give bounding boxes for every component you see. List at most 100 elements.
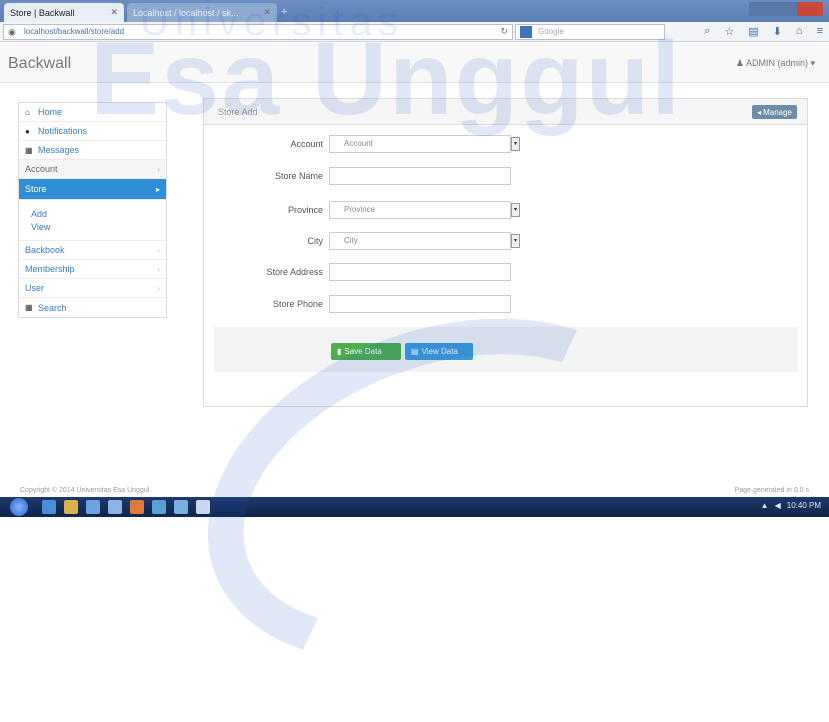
app-icon[interactable] [86, 500, 100, 514]
store-submenu: Add View [19, 200, 166, 241]
save-data-label: Save Data [344, 347, 382, 356]
manage-button-label: Manage [763, 107, 792, 117]
sidebar-item-label: Notifications [38, 126, 88, 136]
tab-label: Localhost / localhost / sk... [133, 7, 239, 18]
store-address-input[interactable] [329, 263, 511, 281]
manage-button[interactable]: ◂ Manage [752, 105, 797, 119]
sidebar-subitem-add[interactable]: Add [31, 208, 166, 221]
sidebar-item-notifications[interactable]: ● Notifications [19, 122, 166, 141]
sidebar-item-label: Search [38, 302, 67, 313]
tab-store-backwall[interactable]: Store | Backwall ✕ [4, 3, 124, 22]
volume-icon[interactable]: ◀ [775, 501, 781, 510]
home-icon[interactable]: ⌂ [796, 25, 803, 38]
sidebar-item-user[interactable]: User › [19, 279, 166, 298]
store-address-label: Store Address [266, 267, 323, 277]
ie-icon[interactable] [42, 500, 56, 514]
windows-start-icon[interactable] [10, 498, 28, 516]
sidebar-item-account[interactable]: Account › [19, 160, 166, 179]
sidebar-item-label: Backbook [25, 245, 65, 255]
dropdown-arrow-icon[interactable]: ▾ [511, 137, 520, 151]
bookmark-star-icon[interactable]: ☆ [724, 25, 734, 38]
view-data-label: View Data [421, 347, 458, 356]
close-tab-icon[interactable]: ✕ [263, 7, 271, 18]
sidebar-item-label: User [25, 283, 45, 293]
account-select-value: Account [344, 139, 373, 148]
store-add-panel: Store Add ◂ Manage Account Account ▾ Sto… [203, 98, 808, 407]
network-icon[interactable]: ▲ [761, 501, 769, 510]
caret-down-icon: ▾ [810, 58, 815, 68]
app-icon[interactable] [108, 500, 122, 514]
sidebar-item-store[interactable]: Store ▸ [19, 179, 166, 200]
store-name-label: Store Name [274, 171, 323, 181]
city-select-value: City [344, 236, 358, 245]
sidebar-subitem-view[interactable]: View [31, 221, 166, 234]
chevron-right-icon: › [157, 245, 160, 255]
form-row-store-phone: Store Phone [204, 295, 809, 313]
browser-navbar: ◉ localhost/backwall/store/add ↻ Google … [0, 22, 829, 42]
brand-title[interactable]: Backwall [8, 55, 71, 73]
browser-tabstrip: Store | Backwall ✕ Localhost / localhost… [0, 0, 829, 22]
chevron-right-icon: › [157, 164, 160, 174]
save-data-button[interactable]: ▮ Save Data [331, 343, 401, 360]
close-tab-icon[interactable]: ✕ [110, 7, 118, 18]
form-row-account: Account Account ▾ [204, 135, 809, 153]
clock[interactable]: 10:40 PM [787, 501, 821, 510]
form-row-store-address: Store Address [204, 263, 809, 281]
user-name: ADMIN (admin) [745, 58, 808, 68]
new-tab-button[interactable]: + [281, 6, 295, 18]
search-box[interactable]: Google [515, 24, 665, 40]
city-select[interactable]: City ▾ [329, 232, 520, 250]
messages-icon: ▦ [25, 145, 33, 155]
province-select[interactable]: Province ▾ [329, 201, 520, 219]
download-icon[interactable]: ⬇ [773, 25, 782, 38]
windows-taskbar: ▲ ◀ 10:40 PM [0, 497, 829, 517]
save-icon: ▮ [337, 347, 342, 356]
home-icon: ⌂ [25, 107, 30, 117]
address-bar[interactable]: ◉ localhost/backwall/store/add ↻ [3, 24, 513, 40]
store-phone-input[interactable] [329, 295, 511, 313]
sidebar-item-messages[interactable]: ▦ Messages [19, 141, 166, 160]
form-row-province: Province Province ▾ [204, 201, 809, 219]
view-data-button[interactable]: ▤ View Data [405, 343, 473, 360]
sidebar-item-label: Account [25, 164, 58, 174]
browser-toolbar: ⌕ ☆ ▤ ⬇ ⌂ ≡ [704, 25, 823, 38]
panel-title: Store Add [218, 107, 258, 117]
system-tray: ▲ ◀ 10:40 PM [761, 501, 821, 510]
sidebar-item-search[interactable]: ▦ Search [19, 298, 166, 317]
city-label: City [307, 236, 324, 246]
search-icon[interactable]: ⌕ [704, 25, 710, 38]
folder-icon[interactable] [64, 500, 78, 514]
panel-header: Store Add ◂ Manage [204, 99, 807, 125]
app-icon[interactable] [174, 500, 188, 514]
store-name-input[interactable] [329, 167, 511, 185]
dropdown-arrow-icon[interactable]: ▾ [511, 234, 520, 248]
caret-left-icon: ◂ [757, 107, 762, 117]
bookmarks-icon[interactable]: ▤ [748, 25, 758, 38]
window-controls[interactable] [749, 2, 823, 16]
menu-icon[interactable]: ≡ [817, 25, 823, 38]
tab-label: Store | Backwall [10, 7, 75, 18]
app-icon[interactable] [196, 500, 210, 514]
sidebar-item-membership[interactable]: Membership › [19, 260, 166, 279]
sidebar-item-backbook[interactable]: Backbook › [19, 241, 166, 260]
sidebar-item-home[interactable]: ⌂ Home [19, 103, 166, 122]
user-menu[interactable]: ♟ ADMIN (admin) ▾ [736, 58, 815, 69]
google-icon [520, 26, 532, 38]
account-select[interactable]: Account ▾ [329, 135, 520, 153]
search-placeholder: Google [538, 27, 564, 36]
sidebar-item-label: Membership [25, 264, 75, 274]
firefox-icon[interactable] [130, 500, 144, 514]
sidebar: ⌂ Home ● Notifications ▦ Messages Accoun… [18, 102, 167, 318]
sidebar-item-label: Messages [38, 145, 80, 155]
search-list-icon: ▦ [25, 303, 33, 312]
tab-localhost[interactable]: Localhost / localhost / sk... ✕ [127, 3, 277, 22]
caret-right-icon: ▸ [155, 184, 160, 194]
reload-icon[interactable]: ↻ [500, 26, 508, 37]
app-icon[interactable] [152, 500, 166, 514]
user-icon: ♟ [735, 58, 744, 68]
globe-icon: ◉ [8, 27, 16, 37]
dropdown-arrow-icon[interactable]: ▾ [511, 203, 520, 217]
chevron-right-icon: › [157, 283, 160, 293]
address-text: localhost/backwall/store/add [24, 27, 125, 36]
form-row-store-name: Store Name [204, 167, 809, 185]
